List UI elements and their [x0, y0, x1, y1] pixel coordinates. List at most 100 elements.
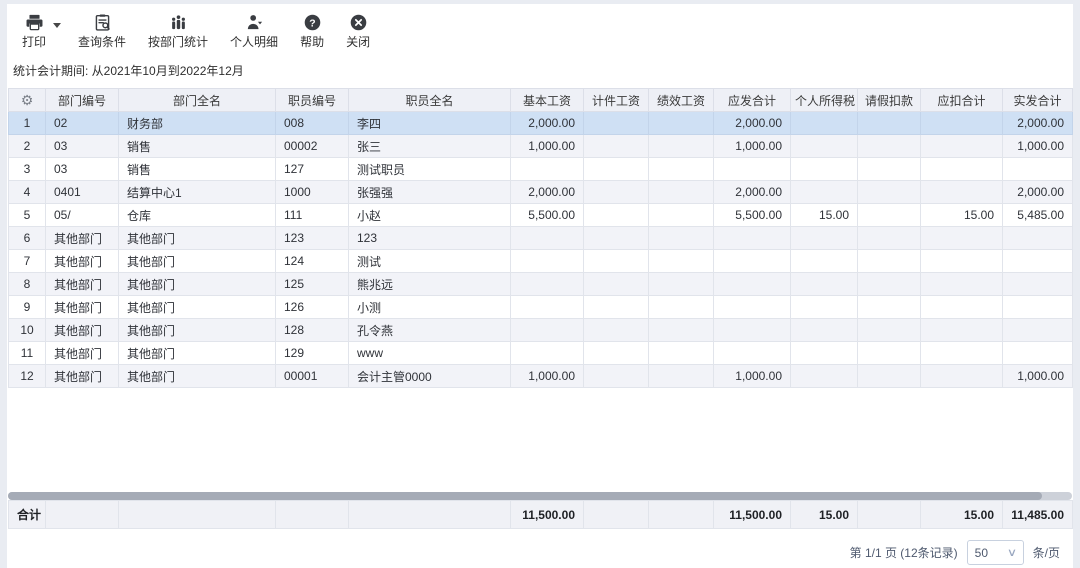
- cell[interactable]: 008: [276, 112, 349, 135]
- cell[interactable]: [511, 227, 584, 250]
- cell[interactable]: 其他部门: [119, 273, 276, 296]
- column-header-4[interactable]: 职员全名: [349, 89, 511, 112]
- cell[interactable]: 125: [276, 273, 349, 296]
- cell[interactable]: [584, 112, 649, 135]
- cell[interactable]: [584, 250, 649, 273]
- cell[interactable]: 结算中心1: [119, 181, 276, 204]
- cell[interactable]: [858, 135, 921, 158]
- cell[interactable]: 15.00: [791, 204, 858, 227]
- cell[interactable]: 127: [276, 158, 349, 181]
- close-button[interactable]: 关闭: [335, 11, 381, 51]
- cell[interactable]: 00001: [276, 365, 349, 388]
- cell[interactable]: 2,000.00: [511, 181, 584, 204]
- cell[interactable]: [584, 342, 649, 365]
- cell[interactable]: [649, 250, 714, 273]
- cell[interactable]: 7: [9, 250, 46, 273]
- cell[interactable]: [1003, 273, 1073, 296]
- cell[interactable]: 129: [276, 342, 349, 365]
- column-header-11[interactable]: 应扣合计: [921, 89, 1003, 112]
- cell[interactable]: 其他部门: [46, 365, 119, 388]
- cell[interactable]: 其他部门: [119, 365, 276, 388]
- column-header-6[interactable]: 计件工资: [584, 89, 649, 112]
- cell[interactable]: [858, 342, 921, 365]
- column-header-9[interactable]: 个人所得税: [791, 89, 858, 112]
- cell[interactable]: [714, 250, 791, 273]
- cell[interactable]: 销售: [119, 158, 276, 181]
- cell[interactable]: 测试: [349, 250, 511, 273]
- cell[interactable]: [584, 273, 649, 296]
- cell[interactable]: 4: [9, 181, 46, 204]
- query-conditions-button[interactable]: 查询条件: [67, 11, 137, 51]
- cell[interactable]: [511, 158, 584, 181]
- cell[interactable]: 2: [9, 135, 46, 158]
- cell[interactable]: 熊兆远: [349, 273, 511, 296]
- cell[interactable]: [1003, 158, 1073, 181]
- cell[interactable]: [584, 204, 649, 227]
- table-row-5[interactable]: 505/仓库111小赵5,500.005,500.0015.0015.005,4…: [9, 204, 1073, 227]
- cell[interactable]: [649, 273, 714, 296]
- cell[interactable]: 2,000.00: [511, 112, 584, 135]
- cell[interactable]: 03: [46, 158, 119, 181]
- cell[interactable]: 1: [9, 112, 46, 135]
- cell[interactable]: [1003, 250, 1073, 273]
- print-button[interactable]: 打印: [11, 11, 57, 51]
- cell[interactable]: [714, 158, 791, 181]
- cell[interactable]: [858, 250, 921, 273]
- cell[interactable]: [649, 181, 714, 204]
- table-row-1[interactable]: 102财务部008李四2,000.002,000.002,000.00: [9, 112, 1073, 135]
- cell[interactable]: [1003, 227, 1073, 250]
- cell[interactable]: 仓库: [119, 204, 276, 227]
- cell[interactable]: [584, 365, 649, 388]
- cell[interactable]: [858, 273, 921, 296]
- column-header-7[interactable]: 绩效工资: [649, 89, 714, 112]
- cell[interactable]: [921, 227, 1003, 250]
- cell[interactable]: [921, 181, 1003, 204]
- cell[interactable]: [511, 273, 584, 296]
- table-row-8[interactable]: 8其他部门其他部门125熊兆远: [9, 273, 1073, 296]
- cell[interactable]: 126: [276, 296, 349, 319]
- cell[interactable]: 12: [9, 365, 46, 388]
- cell[interactable]: 财务部: [119, 112, 276, 135]
- cell[interactable]: [649, 135, 714, 158]
- cell[interactable]: [791, 250, 858, 273]
- page-size-select[interactable]: 50 ∨: [967, 540, 1024, 565]
- cell[interactable]: 其他部门: [119, 319, 276, 342]
- cell[interactable]: [649, 296, 714, 319]
- cell[interactable]: [584, 158, 649, 181]
- table-row-6[interactable]: 6其他部门其他部门123123: [9, 227, 1073, 250]
- cell[interactable]: 小测: [349, 296, 511, 319]
- cell[interactable]: 2,000.00: [1003, 181, 1073, 204]
- cell[interactable]: 其他部门: [119, 296, 276, 319]
- cell[interactable]: [791, 135, 858, 158]
- cell[interactable]: 其他部门: [46, 273, 119, 296]
- column-header-10[interactable]: 请假扣款: [858, 89, 921, 112]
- cell[interactable]: 1,000.00: [714, 135, 791, 158]
- cell[interactable]: 111: [276, 204, 349, 227]
- cell[interactable]: [1003, 296, 1073, 319]
- cell[interactable]: [858, 181, 921, 204]
- cell[interactable]: [649, 342, 714, 365]
- cell[interactable]: [921, 319, 1003, 342]
- cell[interactable]: [584, 296, 649, 319]
- cell[interactable]: 2,000.00: [1003, 112, 1073, 135]
- cell[interactable]: [858, 204, 921, 227]
- cell[interactable]: [1003, 319, 1073, 342]
- cell[interactable]: [791, 319, 858, 342]
- cell[interactable]: 1,000.00: [714, 365, 791, 388]
- table-row-3[interactable]: 303销售127测试职员: [9, 158, 1073, 181]
- cell[interactable]: 张强强: [349, 181, 511, 204]
- cell[interactable]: 孔令燕: [349, 319, 511, 342]
- horizontal-scrollbar-track[interactable]: [8, 492, 1072, 500]
- cell[interactable]: [791, 158, 858, 181]
- cell[interactable]: 8: [9, 273, 46, 296]
- cell[interactable]: [511, 319, 584, 342]
- cell[interactable]: 15.00: [921, 204, 1003, 227]
- cell[interactable]: 1000: [276, 181, 349, 204]
- cell[interactable]: 5,500.00: [714, 204, 791, 227]
- cell[interactable]: [791, 273, 858, 296]
- cell[interactable]: 5: [9, 204, 46, 227]
- cell[interactable]: 2,000.00: [714, 181, 791, 204]
- table-row-7[interactable]: 7其他部门其他部门124测试: [9, 250, 1073, 273]
- cell[interactable]: 其他部门: [119, 227, 276, 250]
- cell[interactable]: [921, 365, 1003, 388]
